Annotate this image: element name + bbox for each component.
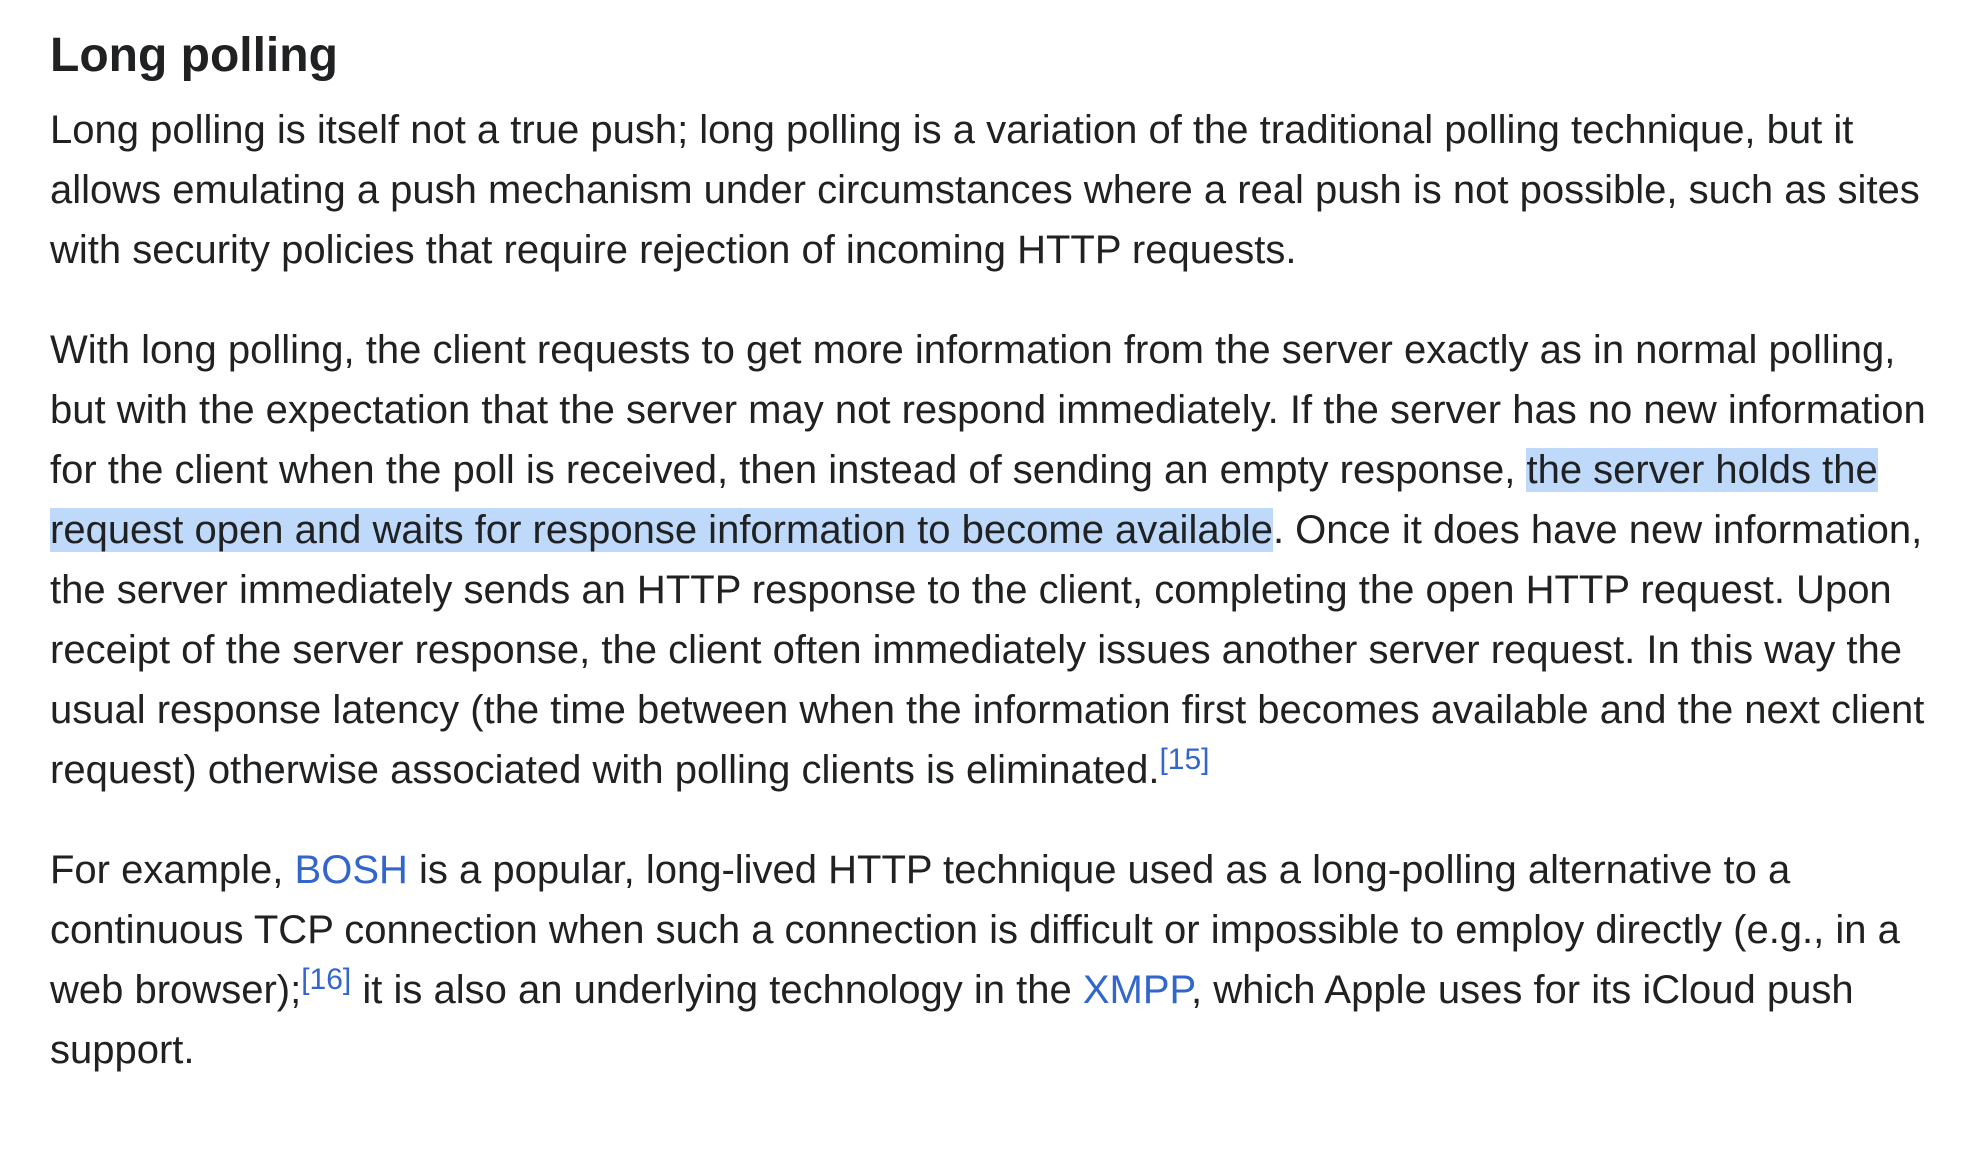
paragraph-text: it is also an underlying technology in t… — [351, 968, 1083, 1012]
section-heading: Long polling — [50, 29, 338, 82]
citation-link-15[interactable]: [15] — [1159, 743, 1209, 776]
paragraph-intro: Long polling is itself not a true push; … — [50, 108, 1920, 272]
paragraph-long-polling-detail: With long polling, the client requests t… — [50, 320, 1950, 800]
citation-link-16[interactable]: [16] — [301, 963, 351, 996]
paragraph-text: For example, — [50, 848, 295, 892]
article-content: Long polling Long polling is itself not … — [50, 20, 1950, 1120]
paragraph-example: For example, BOSH is a popular, long-liv… — [50, 840, 1950, 1080]
xmpp-link[interactable]: XMPP — [1083, 968, 1191, 1012]
bosh-link[interactable]: BOSH — [295, 848, 408, 892]
